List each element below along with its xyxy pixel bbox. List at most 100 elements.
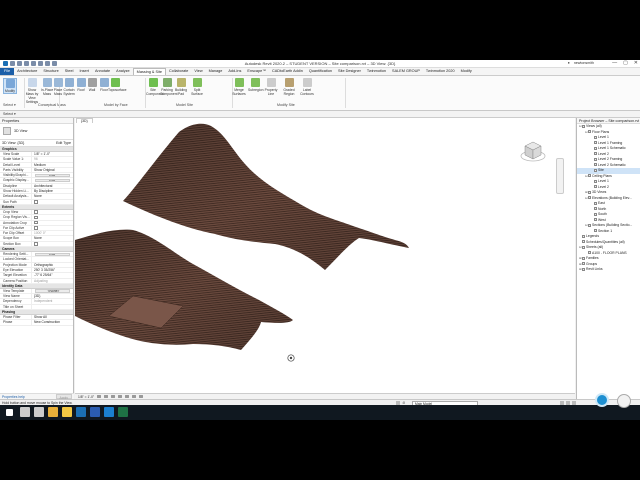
view-tab-3d[interactable]: {3D} xyxy=(76,118,93,123)
windows-start-icon[interactable] xyxy=(6,409,13,416)
tab-file[interactable]: File xyxy=(0,68,15,75)
property-key: View Name xyxy=(0,294,32,299)
close-icon[interactable]: ✕ xyxy=(634,60,638,66)
property-value[interactable]: Show All xyxy=(32,315,73,319)
help-assistant-icon[interactable] xyxy=(595,393,609,407)
tab-insert[interactable]: Insert xyxy=(76,68,92,75)
property-checkbox[interactable] xyxy=(32,220,73,225)
excel-icon[interactable] xyxy=(118,407,128,417)
lock-view-icon[interactable] xyxy=(132,394,137,399)
tab-massing-site[interactable]: Massing & Site xyxy=(132,68,166,75)
property-key: Eye Elevation xyxy=(0,267,32,273)
property-checkbox[interactable] xyxy=(32,210,73,214)
building-pad-button[interactable]: Building Pad xyxy=(174,78,188,96)
outlook-icon[interactable] xyxy=(104,407,114,417)
property-value[interactable]: Medium xyxy=(32,163,73,167)
property-edit-button[interactable]: Edit... xyxy=(35,173,70,177)
instance-filter: 3D View: {3D} Edit Type xyxy=(0,140,73,147)
tab-salem-group[interactable]: SALEM GROUP xyxy=(389,68,423,75)
property-value[interactable]: None xyxy=(32,236,73,240)
edit-type-button[interactable]: Edit Type xyxy=(56,140,71,146)
visual-style-icon[interactable] xyxy=(104,394,109,399)
tab-modify[interactable]: Modify xyxy=(458,68,475,75)
property-value[interactable]: New Construction xyxy=(32,320,73,324)
tab-twinmotion-2020[interactable]: Twinmotion 2020 xyxy=(423,68,458,75)
property-edit-button[interactable]: Edit... xyxy=(35,252,70,256)
temporary-hide-icon[interactable] xyxy=(139,394,144,399)
panel-label-select[interactable]: Select ▾ xyxy=(3,103,16,107)
property-edit-button[interactable]: <None> xyxy=(35,289,70,293)
tab-add-ins[interactable]: Add-Ins xyxy=(225,68,244,75)
file-explorer-icon[interactable] xyxy=(62,407,72,417)
property-value[interactable]: Architectural xyxy=(32,184,73,188)
tab-manage[interactable]: Manage xyxy=(206,68,226,75)
filter-select[interactable]: 3D View: {3D} xyxy=(2,140,24,146)
merge-surfaces-button[interactable]: Merge Surfaces xyxy=(232,78,246,96)
property-value[interactable]: {3D} xyxy=(32,294,73,298)
crop-view-icon[interactable] xyxy=(125,394,130,399)
toposurface-button[interactable]: Toposurface xyxy=(108,78,126,92)
shadows-icon[interactable] xyxy=(118,394,123,399)
tab-view[interactable]: View xyxy=(191,68,205,75)
site-component-button[interactable]: Site Component xyxy=(146,78,164,96)
minimize-icon[interactable]: — xyxy=(612,60,617,66)
type-selector[interactable]: 3D View xyxy=(0,124,73,140)
3d-view-canvas[interactable] xyxy=(75,118,575,393)
property-value[interactable]: By Discipline xyxy=(32,189,73,193)
checkbox[interactable] xyxy=(34,215,38,220)
tab-annotate[interactable]: Annotate xyxy=(92,68,113,75)
tab-twinmotion[interactable]: Twinmotion xyxy=(364,68,389,75)
task-view-icon[interactable] xyxy=(34,407,44,417)
word-icon[interactable] xyxy=(90,407,100,417)
checkbox[interactable] xyxy=(34,210,38,214)
property-value[interactable]: 250' 3 35/256" xyxy=(32,268,73,272)
detail-level-icon[interactable] xyxy=(97,394,102,399)
tab-site-designer[interactable]: Site Designer xyxy=(335,68,364,75)
browser-item[interactable]: ⊞ Revit Links xyxy=(577,267,640,273)
property-edit-button[interactable]: Edit... xyxy=(35,178,70,183)
navigation-bar[interactable] xyxy=(556,158,564,194)
property-value[interactable]: None xyxy=(32,194,73,198)
tab-enscape-[interactable]: Enscape™ xyxy=(244,68,269,75)
maximize-icon[interactable]: ▢ xyxy=(623,60,628,66)
tab-collaborate[interactable]: Collaborate xyxy=(166,68,191,75)
user-icon[interactable]: ● xyxy=(568,61,570,65)
tab-structure[interactable]: Structure xyxy=(40,68,61,75)
revit-icon[interactable] xyxy=(76,407,86,417)
checkbox[interactable] xyxy=(34,242,38,246)
checkbox[interactable] xyxy=(34,220,38,225)
tab-analyze[interactable]: Analyze xyxy=(113,68,133,75)
property-checkbox[interactable] xyxy=(32,226,73,230)
user-name[interactable]: newtonsmith xyxy=(574,61,594,65)
tab-quantification[interactable]: Quantification xyxy=(306,68,335,75)
property-line-button[interactable]: Property Line xyxy=(264,78,278,96)
chrome-icon[interactable] xyxy=(48,407,58,417)
property-checkbox[interactable] xyxy=(32,200,73,204)
property-value[interactable]: 1/8" = 1'-0" xyxy=(32,152,73,156)
tool-helper-icon[interactable] xyxy=(617,394,631,408)
modify-bar[interactable]: Select ▾ xyxy=(0,111,640,118)
property-value[interactable]: Orthographic xyxy=(32,263,73,267)
show-mass-by-view-settings-button[interactable]: Show Mass by View Settings xyxy=(25,78,39,104)
checkbox[interactable] xyxy=(34,226,38,230)
checkbox[interactable] xyxy=(34,200,38,204)
property-checkbox[interactable] xyxy=(32,242,73,246)
modify-button[interactable]: Modify xyxy=(3,78,17,94)
sun-path-icon[interactable] xyxy=(111,394,116,399)
search-icon[interactable] xyxy=(20,407,30,417)
tab-steel[interactable]: Steel xyxy=(62,68,77,75)
property-value[interactable] xyxy=(32,305,73,309)
subregion-button[interactable]: Subregion xyxy=(248,78,263,92)
parking-component-button[interactable]: Parking Component xyxy=(160,78,178,96)
tool-label: Show Mass by View Settings xyxy=(25,88,39,104)
split-surface-button[interactable]: Split Surface xyxy=(190,78,204,96)
graded-region-button[interactable]: Graded Region xyxy=(282,78,296,96)
label-contours-button[interactable]: Label Contours xyxy=(300,78,314,96)
property-value[interactable]: Show Original xyxy=(32,168,73,172)
property-value[interactable]: -77' 6 25/64" xyxy=(32,273,73,277)
view-node-icon xyxy=(582,245,585,249)
property-checkbox[interactable] xyxy=(32,215,73,220)
tab-cadtoearth-addin[interactable]: CADtoEarth Addin xyxy=(269,68,306,75)
viewcube-icon[interactable] xyxy=(520,138,546,168)
tab-architecture[interactable]: Architecture xyxy=(14,68,40,75)
